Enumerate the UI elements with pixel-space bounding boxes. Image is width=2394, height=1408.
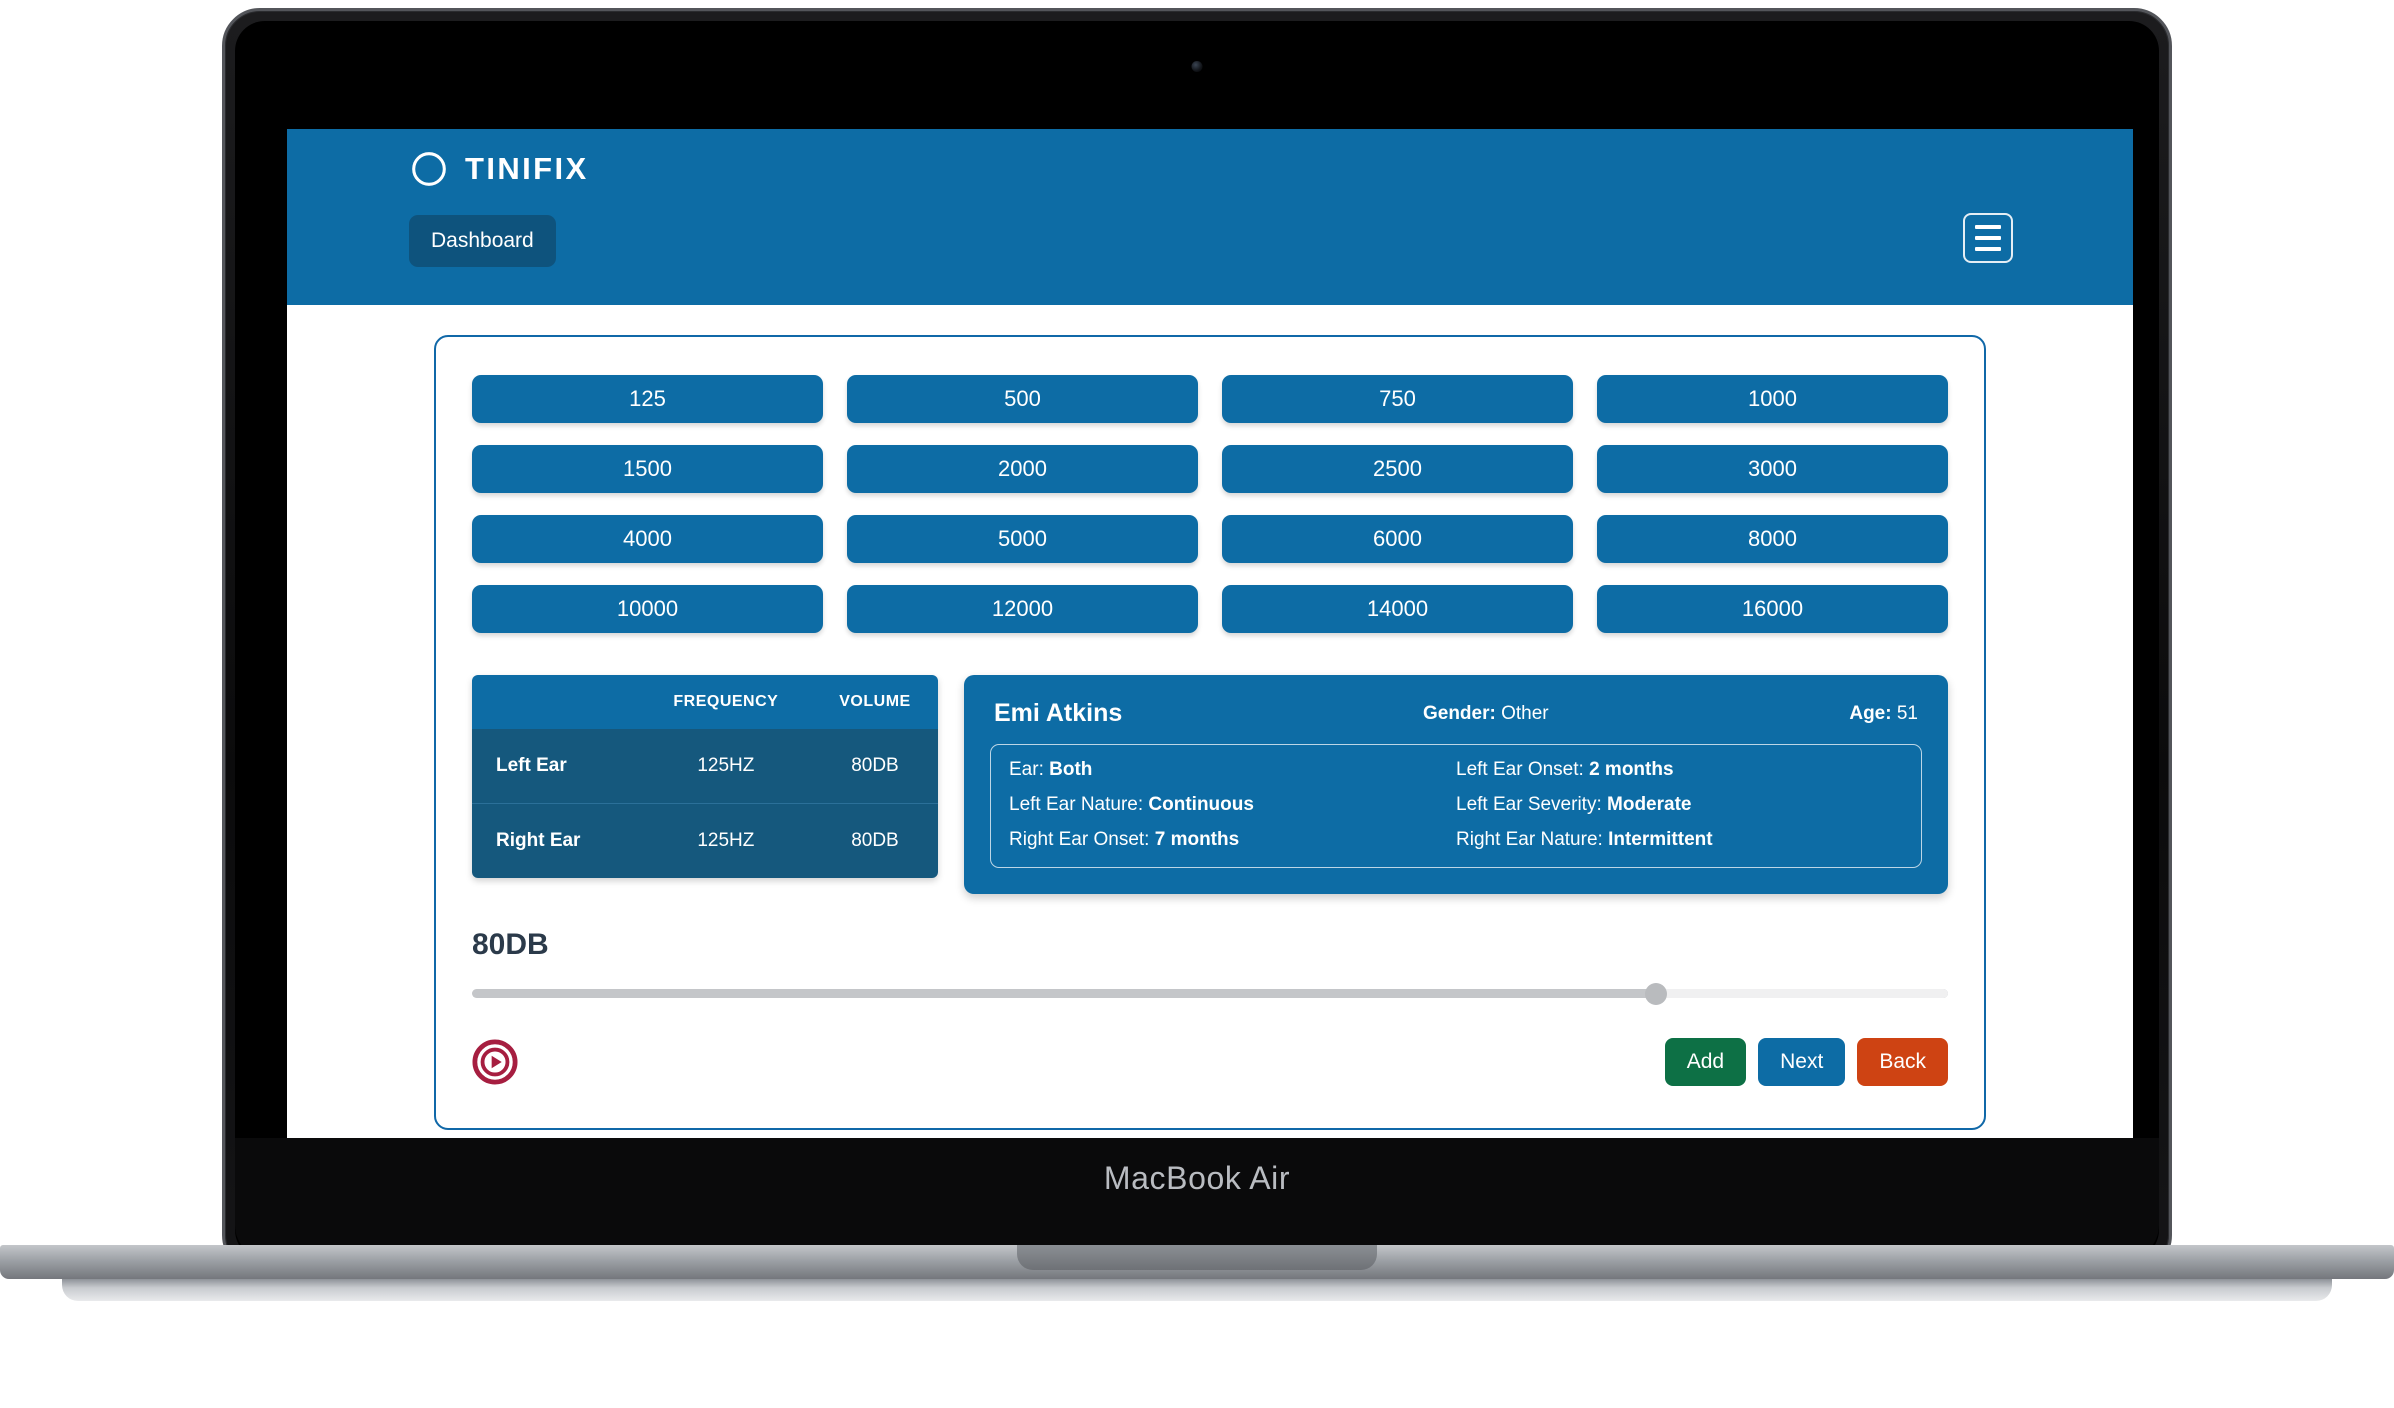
detail-label: Ear:: [1009, 759, 1044, 780]
brand-name: TINIFIX: [465, 151, 589, 186]
cell-volume: 80DB: [811, 803, 938, 878]
base-notch: [1017, 1245, 1377, 1270]
device-model-label: MacBook Air: [1103, 1159, 1291, 1196]
cell-frequency: 125HZ: [639, 803, 812, 878]
detail-value: Continuous: [1148, 794, 1254, 815]
volume-slider[interactable]: [472, 983, 1948, 1005]
cell-volume: 80DB: [811, 729, 938, 804]
cell-ear: Right Ear: [472, 803, 640, 878]
frequency-button[interactable]: 2000: [847, 445, 1198, 493]
frequency-button-grid: 125 500 750 1000 1500 2000 2500 3000 400…: [472, 375, 1948, 633]
results-table: FREQUENCY VOLUME Left Ear 125HZ 80DB Rig…: [472, 675, 938, 878]
table-header-row: FREQUENCY VOLUME: [472, 675, 938, 729]
detail-value: 2 months: [1589, 759, 1674, 780]
detail-value: Both: [1049, 759, 1093, 780]
slider-thumb[interactable]: [1644, 983, 1667, 1005]
hamburger-menu-icon[interactable]: [1963, 213, 2013, 263]
results-and-patient-row: FREQUENCY VOLUME Left Ear 125HZ 80DB Rig…: [472, 675, 1948, 894]
hamburger-line: [1975, 247, 2001, 251]
back-button[interactable]: Back: [1857, 1038, 1948, 1086]
column-header-frequency: FREQUENCY: [639, 675, 812, 729]
laptop-device-frame: TINIFIX Dashboard 125 500 750 1000 1500 …: [222, 8, 2172, 1273]
detail-item: Left Ear Nature: Continuous: [1009, 794, 1456, 816]
table-row: Right Ear 125HZ 80DB: [472, 803, 938, 878]
frequency-button[interactable]: 750: [1222, 375, 1573, 423]
detail-label: Left Ear Onset:: [1456, 759, 1584, 780]
frequency-button[interactable]: 10000: [472, 585, 823, 633]
laptop-base: [0, 1245, 2394, 1305]
patient-age-label: Age:: [1849, 702, 1892, 724]
patient-age: Age: 51: [1849, 703, 1918, 725]
patient-card: Emi Atkins Gender: Other Age: 51 Ear: Bo…: [964, 675, 1948, 894]
detail-item: Right Ear Onset: 7 months: [1009, 829, 1456, 851]
detail-value: Moderate: [1607, 794, 1692, 815]
cell-ear: Left Ear: [472, 729, 640, 804]
camera-dot-icon: [1191, 61, 1203, 72]
patient-gender-label: Gender:: [1422, 702, 1496, 724]
results-table-head: FREQUENCY VOLUME: [472, 675, 938, 729]
screen-viewport: TINIFIX Dashboard 125 500 750 1000 1500 …: [287, 129, 2133, 1151]
action-buttons: Add Next Back: [1664, 1038, 1948, 1086]
column-header-ear: [472, 675, 640, 729]
detail-value: 7 months: [1154, 829, 1240, 850]
frequency-button[interactable]: 4000: [472, 515, 823, 563]
frequency-button[interactable]: 12000: [847, 585, 1198, 633]
column-header-volume: VOLUME: [811, 675, 938, 729]
laptop-bezel: TINIFIX Dashboard 125 500 750 1000 1500 …: [235, 21, 2159, 1260]
top-navigation-bar: TINIFIX Dashboard: [287, 129, 2133, 305]
crescent-circle-logo-icon: [412, 152, 446, 186]
detail-label: Right Ear Nature:: [1456, 829, 1603, 850]
frequency-button[interactable]: 8000: [1597, 515, 1948, 563]
detail-label: Left Ear Severity:: [1456, 794, 1602, 815]
brand: TINIFIX: [411, 151, 589, 187]
patient-name: Emi Atkins: [994, 699, 1123, 727]
detail-item: Right Ear Nature: Intermittent: [1456, 829, 1903, 851]
controls-row: Add Next Back: [472, 1038, 1948, 1086]
detail-label: Right Ear Onset:: [1009, 829, 1150, 850]
patient-age-value: 51: [1896, 702, 1918, 724]
frequency-button[interactable]: 1000: [1597, 375, 1948, 423]
detail-value: Intermittent: [1608, 829, 1713, 850]
frequency-button[interactable]: 1500: [472, 445, 823, 493]
frequency-button[interactable]: 5000: [847, 515, 1198, 563]
hamburger-line: [1975, 236, 2001, 240]
frequency-button[interactable]: 3000: [1597, 445, 1948, 493]
detail-item: Ear: Both: [1009, 759, 1456, 781]
base-foot: [62, 1279, 2332, 1301]
frequency-button[interactable]: 500: [847, 375, 1198, 423]
patient-gender-value: Other: [1501, 702, 1549, 724]
frequency-button[interactable]: 2500: [1222, 445, 1573, 493]
test-panel: 125 500 750 1000 1500 2000 2500 3000 400…: [434, 335, 1986, 1130]
laptop-chin: MacBook Air: [235, 1138, 2159, 1260]
volume-display: 80DB: [472, 928, 549, 961]
cell-frequency: 125HZ: [639, 729, 812, 804]
frequency-button[interactable]: 125: [472, 375, 823, 423]
results-table-wrapper: FREQUENCY VOLUME Left Ear 125HZ 80DB Rig…: [472, 675, 938, 878]
frequency-button[interactable]: 16000: [1597, 585, 1948, 633]
patient-details-box: Ear: Both Left Ear Onset: 2 months Left …: [990, 744, 1922, 868]
frequency-button[interactable]: 14000: [1222, 585, 1573, 633]
hamburger-line: [1975, 225, 2001, 229]
patient-header: Emi Atkins Gender: Other Age: 51: [990, 699, 1922, 728]
results-table-body: Left Ear 125HZ 80DB Right Ear 125HZ 80DB: [472, 729, 938, 878]
nav-dashboard-button[interactable]: Dashboard: [409, 215, 556, 267]
play-circle-icon[interactable]: [472, 1039, 518, 1085]
detail-item: Left Ear Onset: 2 months: [1456, 759, 1903, 781]
table-row: Left Ear 125HZ 80DB: [472, 729, 938, 804]
slider-track-remainder: [1655, 989, 1948, 998]
next-button[interactable]: Next: [1758, 1038, 1846, 1086]
tinifix-app: TINIFIX Dashboard 125 500 750 1000 1500 …: [287, 129, 2133, 1151]
detail-item: Left Ear Severity: Moderate: [1456, 794, 1903, 816]
main-content: 125 500 750 1000 1500 2000 2500 3000 400…: [287, 305, 2133, 1130]
patient-gender: Gender: Other: [1122, 703, 1849, 725]
add-button[interactable]: Add: [1664, 1038, 1747, 1086]
detail-label: Left Ear Nature:: [1009, 794, 1144, 815]
frequency-button[interactable]: 6000: [1222, 515, 1573, 563]
laptop-lid: TINIFIX Dashboard 125 500 750 1000 1500 …: [222, 8, 2172, 1273]
